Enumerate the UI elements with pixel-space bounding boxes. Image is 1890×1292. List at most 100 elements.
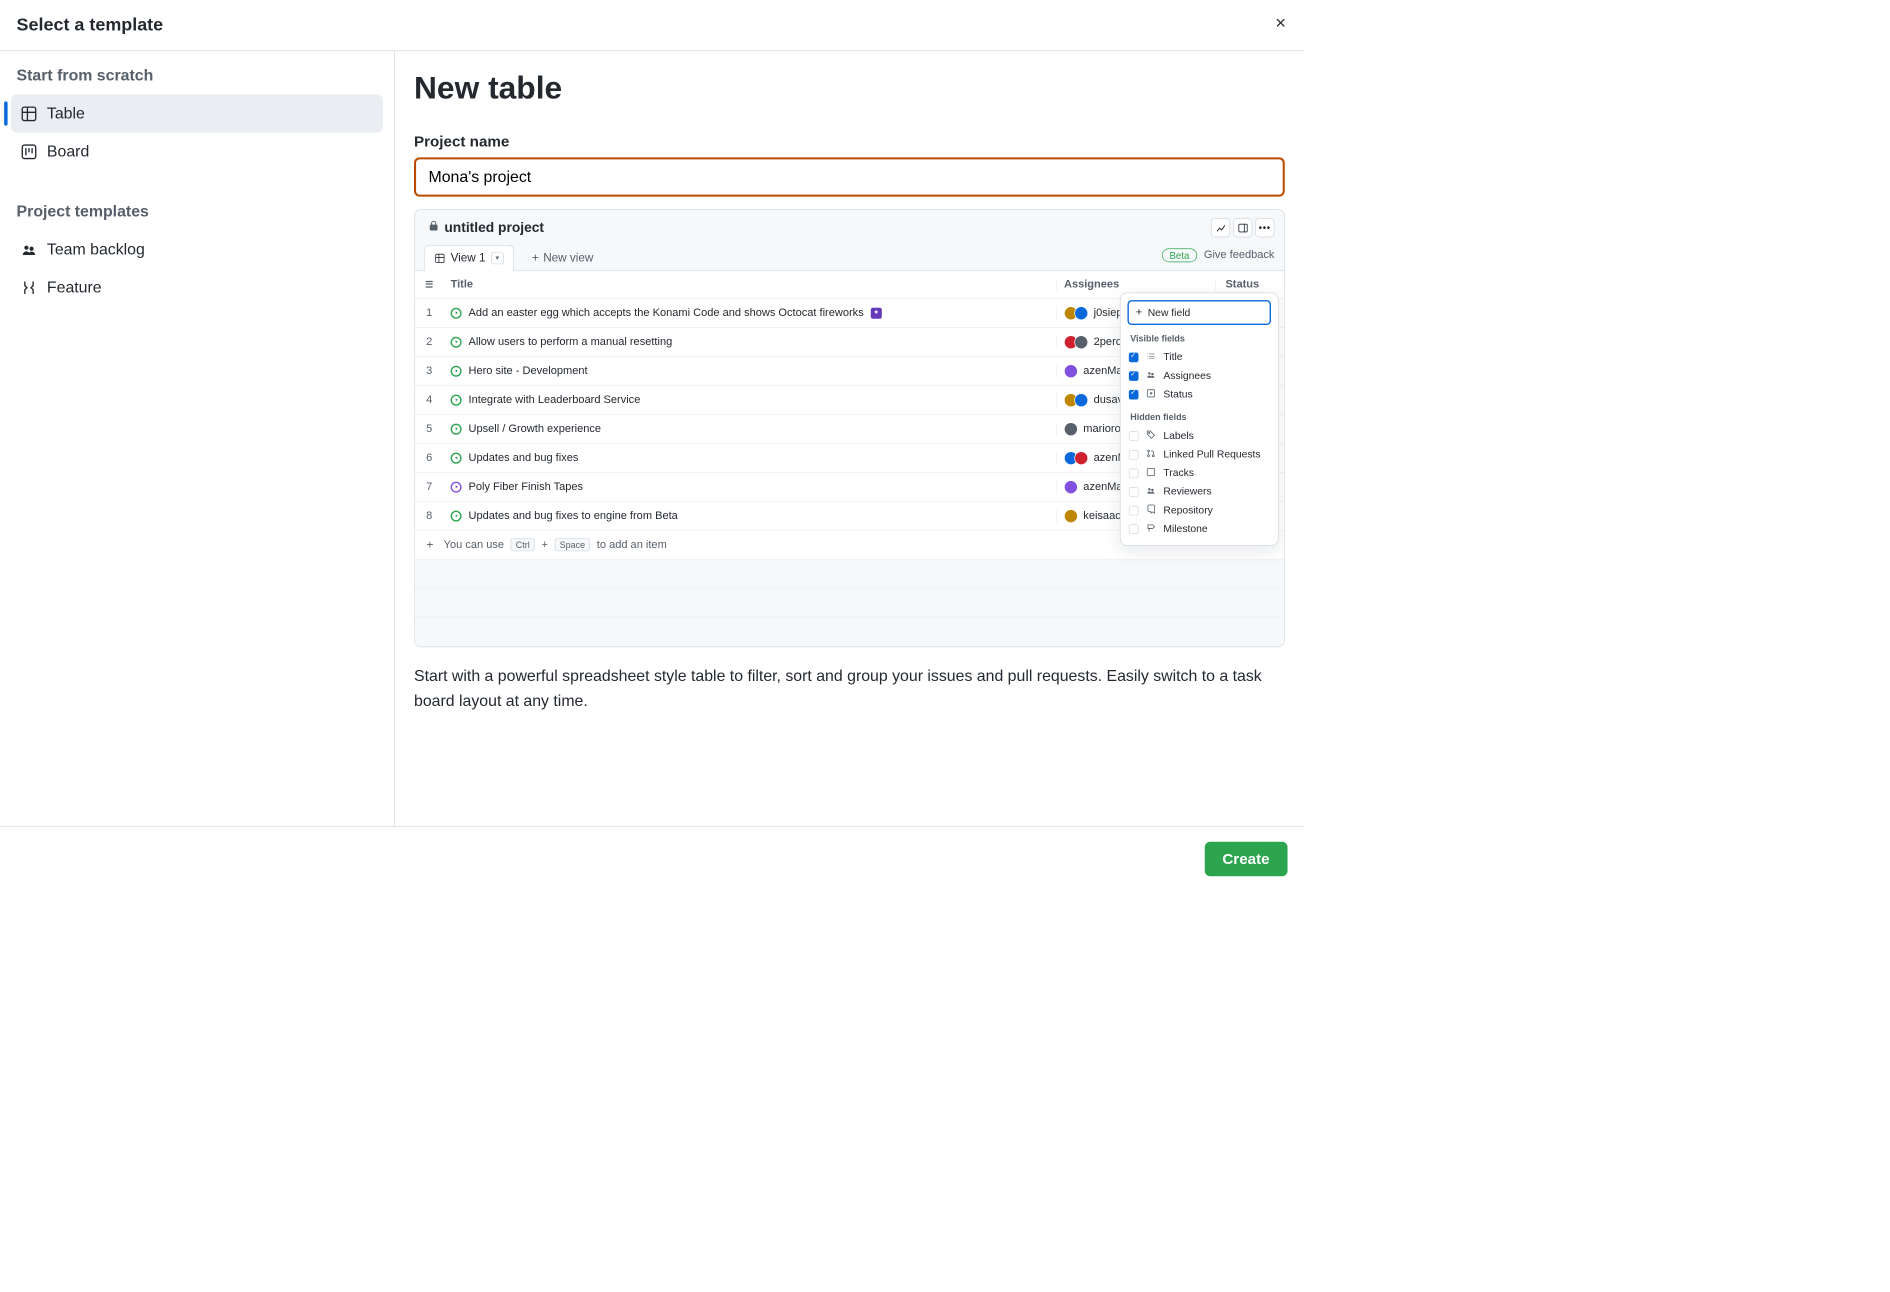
col-status[interactable]: Status	[1215, 278, 1284, 290]
avatar	[1074, 306, 1088, 320]
row-title: Add an easter egg which accepts the Kona…	[469, 307, 864, 319]
template-description: Start with a powerful spreadsheet style …	[414, 647, 1285, 727]
field-option[interactable]: Status	[1127, 385, 1271, 404]
field-label: Status	[1163, 388, 1192, 400]
checkbox[interactable]	[1129, 505, 1139, 515]
field-option[interactable]: Repository	[1127, 501, 1271, 520]
checkbox[interactable]	[1129, 524, 1139, 534]
checkbox[interactable]	[1129, 371, 1139, 381]
filter-icon[interactable]: ☰	[425, 279, 433, 289]
avatar	[1064, 364, 1078, 378]
row-number: 5	[415, 423, 444, 435]
avatar	[1074, 335, 1088, 349]
graph-icon	[1215, 223, 1225, 233]
close-button[interactable]	[1274, 16, 1288, 34]
issue-open-icon	[451, 423, 462, 434]
row-number: 2	[415, 336, 444, 348]
sparkle-icon: ✦	[871, 307, 882, 318]
visible-fields-label: Visible fields	[1127, 325, 1271, 348]
feedback-link[interactable]: Give feedback	[1204, 249, 1275, 261]
kbd-ctrl: Ctrl	[511, 538, 535, 551]
col-assignees[interactable]: Assignees	[1056, 278, 1215, 290]
new-view-button[interactable]: + New view	[525, 245, 600, 271]
panel-button[interactable]	[1233, 218, 1252, 237]
row-number: 1	[415, 307, 444, 319]
preview-project-title: untitled project	[444, 220, 544, 236]
avatar	[1074, 393, 1088, 407]
checkbox[interactable]	[1129, 352, 1139, 362]
row-title: Allow users to perform a manual resettin…	[469, 336, 673, 348]
dialog-title: Select a template	[17, 14, 164, 35]
kbd-space: Space	[555, 538, 590, 551]
sidebar-section-templates: Project templates	[11, 202, 383, 230]
field-option[interactable]: Milestone	[1127, 520, 1271, 539]
avatar	[1064, 480, 1078, 494]
add-row-prefix: You can use	[444, 539, 504, 551]
col-title[interactable]: Title	[444, 278, 1057, 290]
field-label: Linked Pull Requests	[1163, 449, 1260, 461]
checkbox[interactable]	[1129, 468, 1139, 478]
avatar	[1074, 451, 1088, 465]
close-icon	[1274, 16, 1288, 30]
create-button[interactable]: Create	[1204, 842, 1287, 877]
view-tab[interactable]: View 1 ▾	[424, 245, 514, 271]
sidebar: Start from scratch Table Board Project t…	[0, 51, 395, 826]
tracks-icon	[1145, 467, 1156, 479]
plus-icon: +	[1136, 306, 1142, 318]
kebab-icon: •••	[1259, 222, 1271, 233]
lock-icon	[428, 221, 438, 235]
tools-icon	[21, 279, 38, 296]
field-option[interactable]: Labels	[1127, 426, 1271, 445]
row-title: Hero site - Development	[469, 365, 588, 377]
sidebar-item-team-backlog[interactable]: Team backlog	[11, 230, 383, 268]
sidebar-item-feature[interactable]: Feature	[11, 268, 383, 306]
row-title: Poly Fiber Finish Tapes	[469, 481, 584, 493]
checkbox[interactable]	[1129, 487, 1139, 497]
board-icon	[21, 143, 38, 160]
new-view-label: New view	[543, 251, 593, 265]
avatar	[1064, 422, 1078, 436]
row-title: Updates and bug fixes to engine from Bet…	[469, 510, 678, 522]
field-option[interactable]: Linked Pull Requests	[1127, 445, 1271, 464]
template-preview: untitled project •••	[414, 209, 1285, 647]
more-button[interactable]: •••	[1255, 218, 1274, 237]
sidebar-item-table[interactable]: Table	[11, 95, 383, 133]
checkbox[interactable]	[1129, 431, 1139, 441]
field-label: Repository	[1163, 504, 1212, 516]
row-title: Updates and bug fixes	[469, 452, 579, 464]
project-name-input[interactable]	[414, 157, 1285, 196]
field-label: Milestone	[1163, 523, 1207, 535]
sidebar-item-board[interactable]: Board	[11, 132, 383, 170]
field-label: Title	[1163, 351, 1182, 363]
plus-icon: +	[532, 250, 539, 264]
avatar	[1064, 509, 1078, 523]
sidebar-icon	[1238, 223, 1248, 233]
people-icon	[1145, 370, 1156, 382]
people-icon	[21, 241, 38, 258]
field-option[interactable]: Assignees	[1127, 366, 1271, 385]
fields-popover: + New field Visible fields Title Assigne…	[1120, 293, 1279, 546]
field-option[interactable]: Title	[1127, 348, 1271, 367]
field-option[interactable]: Reviewers	[1127, 482, 1271, 501]
repo-icon	[1145, 504, 1156, 516]
plus-icon: +	[423, 538, 437, 552]
project-name-label: Project name	[414, 132, 1285, 150]
sidebar-item-label: Table	[47, 104, 85, 123]
field-label: Tracks	[1163, 467, 1194, 479]
checkbox[interactable]	[1129, 450, 1139, 460]
list-icon	[1145, 351, 1156, 363]
kbd-plus: +	[541, 539, 547, 551]
issue-open-icon	[451, 452, 462, 463]
milestone-icon	[1145, 523, 1156, 535]
new-field-button[interactable]: + New field	[1127, 300, 1271, 325]
field-option[interactable]: Tracks	[1127, 464, 1271, 483]
checkbox[interactable]	[1129, 390, 1139, 400]
issue-open-icon	[451, 336, 462, 347]
field-label: Reviewers	[1163, 486, 1211, 498]
tab-options-button[interactable]: ▾	[491, 252, 503, 264]
row-number: 3	[415, 365, 444, 377]
issue-open-icon	[451, 307, 462, 318]
insights-button[interactable]	[1211, 218, 1230, 237]
sidebar-section-scratch: Start from scratch	[11, 66, 383, 94]
beta-badge: Beta	[1162, 248, 1197, 262]
